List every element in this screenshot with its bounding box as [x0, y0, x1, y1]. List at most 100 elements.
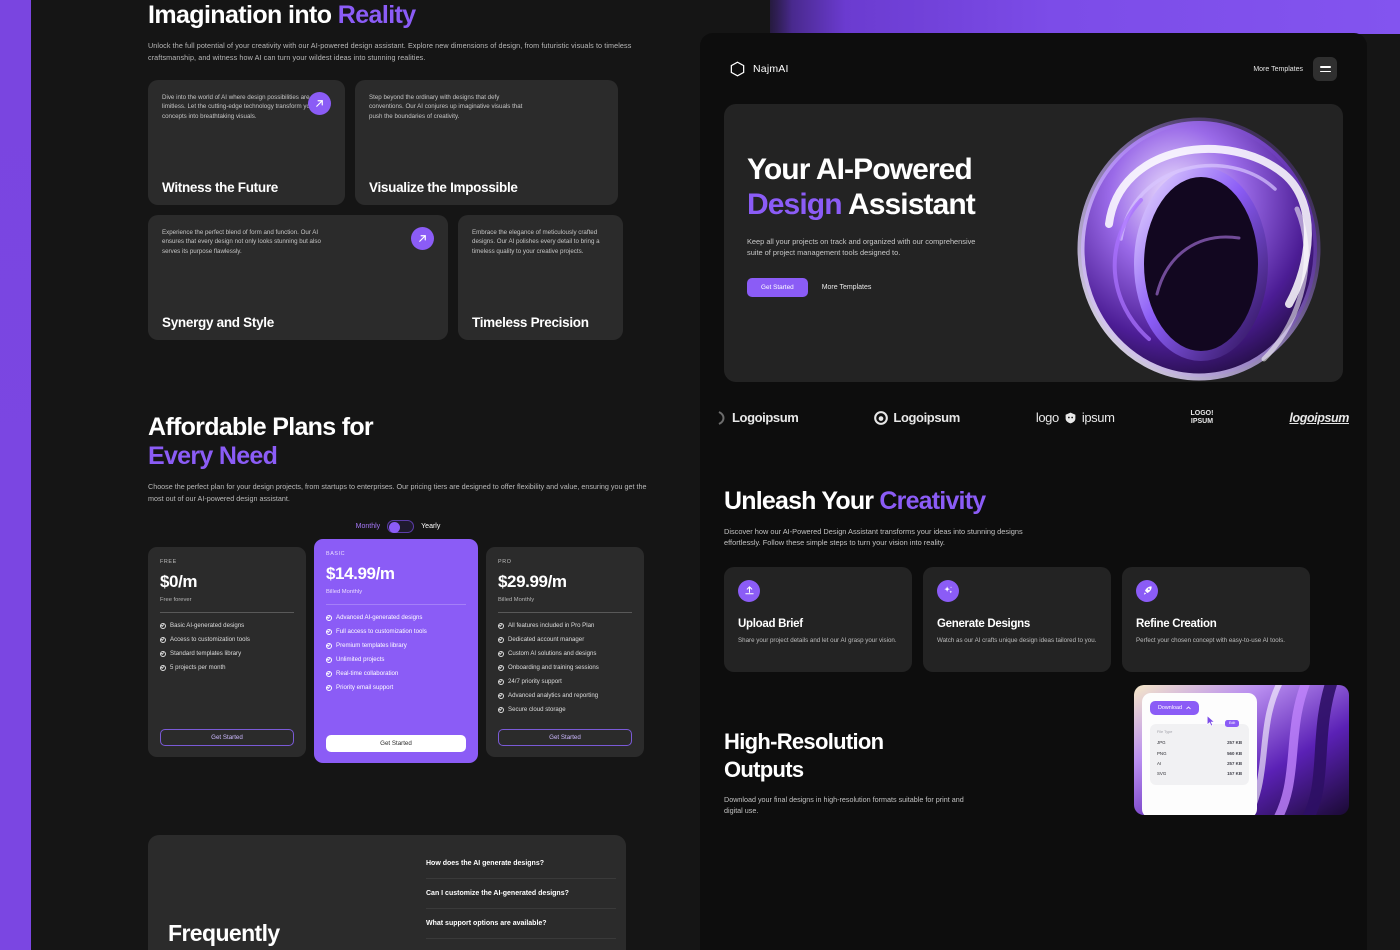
screenshot-stage: Imagination into Reality Unlock the full… — [0, 0, 1400, 950]
highres-heading-line1: High-Resolution — [724, 728, 884, 754]
plan-feature-label: All features included in Pro Plan — [508, 622, 595, 629]
creativity-section: Unleash Your Creativity Discover how our… — [700, 425, 1367, 672]
plan-feature-label: Standard templates library — [170, 650, 242, 657]
feature-card[interactable]: Step beyond the ordinary with designs th… — [355, 80, 618, 205]
brand-logo[interactable]: NajmAI — [730, 61, 789, 77]
billing-toggle[interactable]: Monthly Yearly — [148, 520, 648, 533]
faq-question[interactable]: Can I customize the AI-generated designs… — [426, 879, 616, 909]
step-title: Generate Designs — [937, 617, 1030, 630]
download-button-label: Download — [1158, 704, 1182, 711]
step-title: Refine Creation — [1136, 617, 1217, 630]
feature-card-blurb: Dive into the world of AI where design p… — [162, 94, 316, 120]
pricing-plans: FREE $0/m Free forever Basic AI-generate… — [148, 539, 648, 763]
step-card[interactable]: Refine Creation Perfect your chosen conc… — [1122, 566, 1310, 672]
step-card[interactable]: Generate Designs Watch as our AI crafts … — [923, 566, 1111, 672]
plan-feature-label: Onboarding and training sessions — [508, 664, 599, 671]
hero-heading-accent: Design — [747, 188, 843, 221]
plan-tier: FREE — [160, 559, 177, 565]
check-icon — [326, 656, 332, 663]
page-title-plain: Imagination into — [148, 1, 338, 29]
feature-card-blurb: Experience the perfect blend of form and… — [162, 229, 321, 255]
steps-grid: Upload Brief Share your project details … — [724, 566, 1343, 672]
faq-heading: Frequently Asked Questions — [168, 919, 347, 950]
arrow-up-right-icon[interactable] — [411, 227, 434, 250]
file-row[interactable]: JPG 257 KB — [1157, 738, 1242, 748]
check-icon — [160, 664, 166, 671]
plan-cta-button[interactable]: Get Started — [326, 735, 466, 752]
faq-question[interactable]: How does the AI generate designs? — [426, 849, 616, 879]
billing-toggle-switch[interactable] — [387, 520, 415, 533]
check-icon — [498, 622, 504, 629]
plan-feature-label: Full access to customization tools — [336, 628, 427, 635]
highres-paragraph: Download your final designs in high-reso… — [724, 794, 964, 816]
plan-billing-note: Billed Monthly — [326, 589, 363, 595]
plan-feature: Onboarding and training sessions — [498, 664, 632, 671]
feature-card-title: Visualize the Impossible — [369, 180, 518, 195]
file-size: 257 KB — [1227, 740, 1242, 746]
bracket-mark-icon — [718, 410, 725, 425]
plan-card-basic[interactable]: BASIC $14.99/m Billed Monthly Advanced A… — [314, 539, 478, 763]
arrow-up-right-icon[interactable] — [308, 92, 331, 115]
check-icon — [498, 706, 504, 713]
pricing-heading-line1: Affordable Plans for — [148, 413, 374, 441]
plan-feature: Dedicated account manager — [498, 636, 632, 643]
toggle-label-monthly: Monthly — [355, 523, 381, 530]
shield-mark-icon — [1065, 412, 1076, 423]
feature-row-2: Experience the perfect blend of form and… — [148, 215, 648, 340]
file-list-panel: File Type JPG 257 KB PNG 560 KB AI 257 KB S… — [1150, 723, 1249, 785]
logo-label: Logoipsum — [893, 410, 960, 425]
feature-card[interactable]: Experience the perfect blend of form and… — [148, 215, 448, 340]
logo-label: logoipsum — [1289, 410, 1349, 425]
hamburger-menu-icon[interactable] — [1313, 57, 1337, 81]
plan-feature-label: Premium templates library — [336, 642, 407, 649]
feature-card[interactable]: Dive into the world of AI where design p… — [148, 80, 345, 205]
highres-section: High-Resolution Outputs Download your fi… — [700, 672, 1367, 816]
faq-question[interactable]: What support options are available? — [426, 909, 616, 939]
logo-item: Logoipsum — [718, 410, 799, 425]
check-icon — [498, 664, 504, 671]
check-icon — [326, 628, 332, 635]
plan-cta-button[interactable]: Get Started — [160, 729, 294, 746]
more-templates-link-hero[interactable]: More Templates — [822, 284, 872, 291]
plan-feature: Full access to customization tools — [326, 628, 466, 635]
feature-card-title: Timeless Precision — [472, 315, 589, 330]
check-icon — [326, 642, 332, 649]
header-actions: More Templates — [1253, 57, 1337, 81]
file-size: 157 KB — [1227, 770, 1242, 776]
get-started-button[interactable]: Get Started — [747, 277, 808, 297]
step-desc: Perfect your chosen concept with easy-to… — [1136, 636, 1285, 644]
plan-feature-label: Dedicated account manager — [508, 636, 585, 643]
toggle-knob — [389, 522, 401, 533]
abstract-torus-graphic — [1077, 117, 1321, 381]
hero-heading-rest: Assistant — [841, 188, 976, 221]
plan-feature: Access to customization tools — [160, 636, 294, 643]
plan-feature-label: 24/7 priority support — [508, 678, 562, 685]
feature-card[interactable]: Embrace the elegance of meticulously cra… — [458, 215, 623, 340]
upload-icon — [738, 579, 760, 602]
highres-visual: Download Edit File Type JPG 257 KB PNG 560… — [1134, 684, 1349, 815]
file-row[interactable]: SVG 157 KB — [1157, 768, 1242, 778]
file-type: JPG — [1157, 740, 1166, 746]
plan-divider — [160, 612, 294, 613]
plan-cta-button[interactable]: Get Started — [498, 729, 632, 746]
feature-row-1: Dive into the world of AI where design p… — [148, 80, 648, 205]
logo-label-a: logo — [1035, 410, 1059, 425]
file-row[interactable]: AI 257 KB — [1157, 758, 1242, 768]
plan-feature-label: Access to customization tools — [170, 636, 250, 643]
brand-name: NajmAI — [753, 63, 789, 75]
plan-feature: Standard templates library — [160, 650, 294, 657]
plan-feature: Real-time collaboration — [326, 670, 466, 677]
download-button[interactable]: Download — [1150, 700, 1199, 715]
file-type-header: File Type — [1157, 729, 1173, 734]
plan-feature: Secure cloud storage — [498, 706, 632, 713]
file-row[interactable]: PNG 560 KB — [1157, 748, 1242, 758]
logo-item: logo ipsum — [1036, 410, 1115, 425]
plan-card-free[interactable]: FREE $0/m Free forever Basic AI-generate… — [148, 547, 306, 757]
more-templates-link[interactable]: More Templates — [1253, 66, 1303, 73]
plan-card-pro[interactable]: PRO $29.99/m Billed Monthly All features… — [486, 547, 644, 757]
sparkles-icon — [937, 579, 959, 602]
faq-section: Frequently Asked Questions How does the … — [148, 835, 626, 950]
logo-item: LOGO! IPSUM — [1190, 410, 1213, 425]
rocket-icon — [1136, 579, 1158, 602]
step-card[interactable]: Upload Brief Share your project details … — [724, 566, 912, 672]
